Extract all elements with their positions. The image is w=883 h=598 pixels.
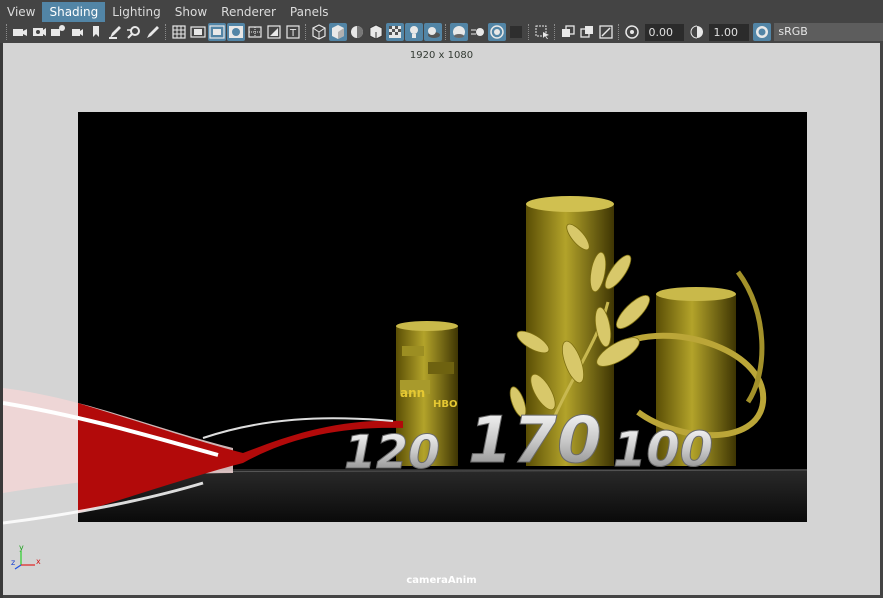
isolate-select-icon[interactable]: [533, 23, 551, 41]
xray-icon[interactable]: [559, 23, 577, 41]
toolbar-grip[interactable]: [6, 24, 8, 40]
xray-active-components-icon[interactable]: [578, 23, 596, 41]
camera-viewport[interactable]: 1920 x 1080 ann HBO 120 170 100 y x z ca…: [3, 43, 880, 595]
exposure-icon[interactable]: [623, 23, 641, 41]
exposure-field[interactable]: 0.00: [644, 23, 685, 41]
gamma-icon[interactable]: [688, 23, 706, 41]
textured-icon[interactable]: [386, 23, 405, 41]
field-chart-icon[interactable]: [246, 23, 264, 41]
paint-icon[interactable]: [144, 23, 162, 41]
wireframe-icon[interactable]: [310, 23, 328, 41]
axis-gizmo: y x z: [11, 543, 41, 570]
menu-show[interactable]: Show: [168, 2, 214, 22]
screen-space-ao-icon[interactable]: [450, 23, 469, 41]
bookmarks-icon[interactable]: [49, 23, 67, 41]
panel-menu-bar: View Shading Lighting Show Renderer Pane…: [0, 2, 883, 22]
toolbar-separator: [304, 24, 307, 40]
motion-blur-icon[interactable]: [469, 23, 487, 41]
wireframe-on-shaded-icon[interactable]: [367, 23, 385, 41]
toolbar-separator: [617, 24, 620, 40]
axis-x-label: x: [36, 557, 41, 566]
multisample-aa-icon[interactable]: [488, 23, 507, 41]
safe-title-icon[interactable]: T: [284, 23, 302, 41]
image-plane-icon[interactable]: [87, 23, 105, 41]
camera-film-icon[interactable]: [68, 23, 86, 41]
axis-y-label: y: [19, 543, 24, 552]
toolbar-separator: [444, 24, 447, 40]
menu-renderer[interactable]: Renderer: [214, 2, 283, 22]
depth-of-field-icon[interactable]: [507, 23, 525, 41]
menu-panels[interactable]: Panels: [283, 2, 336, 22]
use-all-lights-icon[interactable]: [405, 23, 424, 41]
camera-attributes-icon[interactable]: [30, 23, 48, 41]
menu-shading[interactable]: Shading: [42, 2, 106, 22]
ribbon-overlay: [3, 388, 403, 525]
viewport-panel: View Shading Lighting Show Renderer Pane…: [0, 0, 883, 598]
resolution-gate-icon[interactable]: [208, 23, 227, 41]
panel-toolbar: T 0.00 1.00 sRGB gamma: [0, 22, 883, 56]
default-material-icon[interactable]: [348, 23, 366, 41]
color-management-icon[interactable]: [752, 23, 771, 41]
grid-icon[interactable]: [170, 23, 188, 41]
gate-mask-icon[interactable]: [227, 23, 246, 41]
view-transform-dropdown[interactable]: sRGB gamma: [774, 23, 883, 56]
menu-lighting[interactable]: Lighting: [105, 2, 168, 22]
gamma-field[interactable]: 1.00: [709, 23, 750, 41]
select-camera-icon[interactable]: [12, 23, 30, 41]
svg-text:T: T: [289, 28, 297, 39]
toolbar-separator: [553, 24, 556, 40]
camera-name-label: cameraAnim: [406, 575, 477, 586]
film-gate-icon[interactable]: [189, 23, 207, 41]
toolbar-separator: [527, 24, 530, 40]
grease-pencil-icon[interactable]: [106, 23, 124, 41]
shadows-icon[interactable]: [424, 23, 443, 41]
axis-z-label: z: [11, 558, 15, 567]
menu-view[interactable]: View: [0, 2, 42, 22]
toolbar-separator: [164, 24, 167, 40]
xray-joints-icon[interactable]: [597, 23, 615, 41]
safe-action-icon[interactable]: [265, 23, 283, 41]
smooth-shade-icon[interactable]: [329, 23, 348, 41]
2d-pan-zoom-icon[interactable]: [125, 23, 143, 41]
